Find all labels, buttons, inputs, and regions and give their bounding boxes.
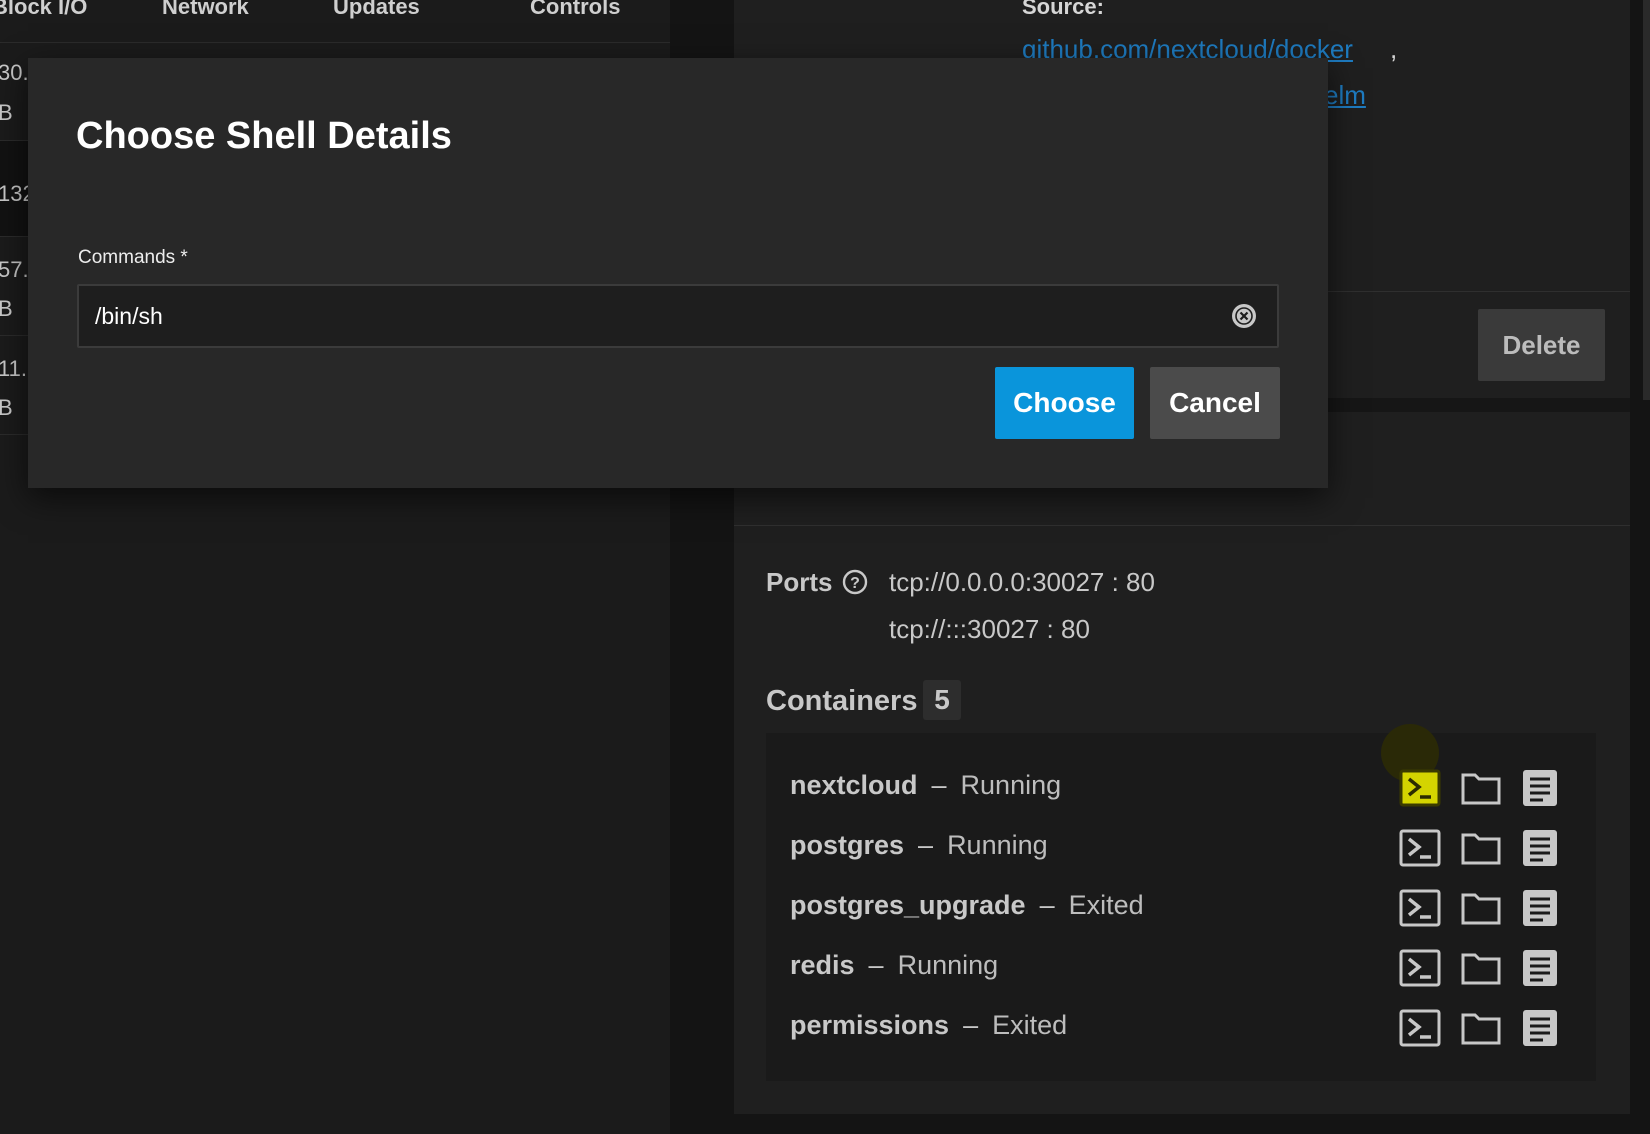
dialog-title: Choose Shell Details	[76, 115, 452, 157]
cancel-button[interactable]: Cancel	[1150, 367, 1280, 439]
clear-circle-icon[interactable]	[1231, 303, 1257, 329]
app-screen: Block I/O Network Updates Controls 30. B…	[0, 0, 1650, 1134]
choose-button[interactable]: Choose	[995, 367, 1134, 439]
shell-details-dialog: Choose Shell Details Commands * Choose C…	[28, 58, 1328, 488]
commands-input[interactable]	[77, 284, 1279, 348]
commands-label: Commands *	[78, 247, 188, 268]
